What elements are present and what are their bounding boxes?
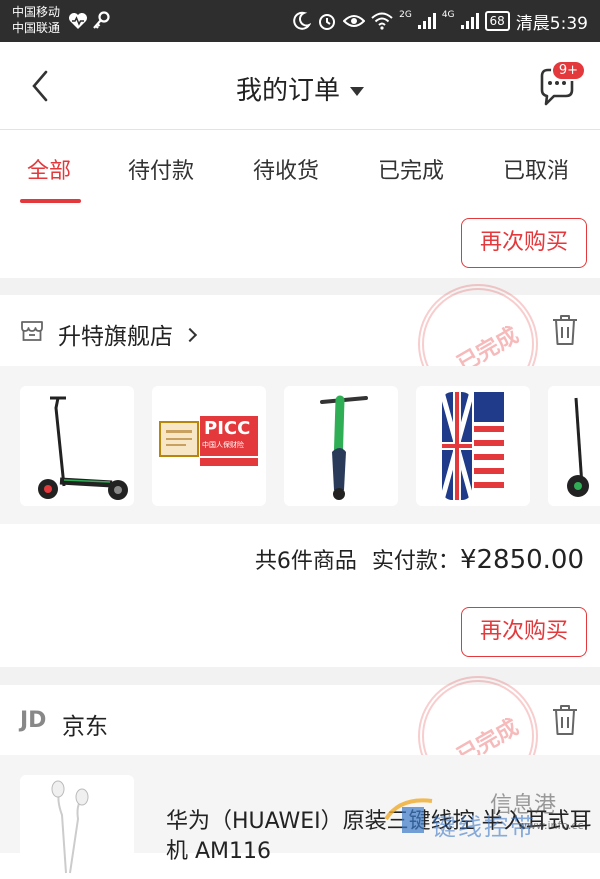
status-bar: 中国移动 中国联通 2G 4G 68 清晨5:39 bbox=[0, 0, 600, 42]
watermark-logo bbox=[380, 785, 440, 845]
tab-pending-payment[interactable]: 待付款 bbox=[128, 153, 194, 185]
tab-pending-receipt[interactable]: 待收货 bbox=[253, 153, 319, 185]
carrier-1: 中国移动 bbox=[12, 4, 60, 20]
jd-logo: JD bbox=[20, 708, 46, 733]
watermark-brand: 信息港 bbox=[490, 787, 556, 819]
product-thumb-scooter-green[interactable] bbox=[284, 386, 398, 506]
signal-icon-1 bbox=[418, 13, 436, 29]
heart-icon bbox=[68, 12, 88, 30]
active-tab-indicator bbox=[20, 199, 81, 203]
flag-deck-image bbox=[416, 386, 530, 506]
network-type-2: 4G bbox=[442, 10, 455, 20]
scooter-image-2 bbox=[548, 386, 600, 506]
tab-completed[interactable]: 已完成 bbox=[378, 153, 444, 185]
carrier-info: 中国移动 中国联通 bbox=[12, 4, 60, 36]
signal-icon-2 bbox=[461, 13, 479, 29]
watermark-url: www.info.cc bbox=[518, 819, 584, 832]
section-divider bbox=[0, 667, 600, 685]
order-total-line: 共6件商品 实付款：¥2850.00 bbox=[255, 543, 584, 575]
shop-name-link[interactable]: 升特旗舰店 bbox=[58, 317, 195, 351]
tab-all[interactable]: 全部 bbox=[27, 153, 71, 185]
trash-icon[interactable] bbox=[552, 314, 578, 346]
paid-amount: ¥2850.00 bbox=[460, 545, 584, 575]
earphones-image bbox=[20, 775, 134, 875]
order-shop-header: JD 京东 已完成 bbox=[0, 686, 600, 756]
product-thumbnails[interactable]: PICC 中国人保财险 bbox=[0, 366, 600, 524]
paid-label: 实付款： bbox=[372, 549, 460, 574]
page-title: 我的订单 bbox=[236, 76, 340, 106]
product-thumb-scooter-2[interactable] bbox=[548, 386, 600, 506]
product-thumb-scooter[interactable] bbox=[20, 386, 134, 506]
chevron-right-icon bbox=[183, 327, 197, 341]
message-badge: 9+ bbox=[551, 60, 586, 81]
rebuy-button[interactable]: 再次购买 bbox=[461, 607, 587, 657]
alarm-icon bbox=[317, 11, 337, 31]
page-title-dropdown[interactable]: 我的订单 bbox=[0, 70, 600, 107]
order-shop-header: 升特旗舰店 已完成 bbox=[0, 296, 600, 366]
scooter-image bbox=[20, 386, 134, 506]
carrier-2: 中国联通 bbox=[12, 20, 60, 36]
rebuy-button[interactable]: 再次购买 bbox=[461, 218, 587, 268]
shop-name[interactable]: 京东 bbox=[62, 707, 108, 741]
wifi-icon bbox=[371, 12, 393, 30]
shop-name: 升特旗舰店 bbox=[58, 324, 173, 350]
battery-indicator: 68 bbox=[485, 11, 510, 31]
dropdown-caret-icon bbox=[350, 87, 364, 96]
order-tabs: 全部 待付款 待收货 已完成 已取消 bbox=[0, 131, 600, 206]
network-type-1: 2G bbox=[399, 10, 412, 20]
status-right: 2G 4G 68 清晨5:39 bbox=[291, 0, 588, 42]
product-thumb-insurance[interactable]: PICC 中国人保财险 bbox=[152, 386, 266, 506]
item-count: 共6件商品 bbox=[255, 549, 357, 574]
eye-icon bbox=[343, 11, 365, 31]
store-icon bbox=[20, 320, 44, 342]
nav-bar: 我的订单 9+ bbox=[0, 42, 600, 130]
clock: 清晨5:39 bbox=[516, 9, 588, 34]
order-summary: 共6件商品 实付款：¥2850.00 再次购买 bbox=[0, 525, 600, 665]
picc-logo-text: PICC bbox=[204, 418, 250, 439]
key-icon bbox=[92, 11, 110, 31]
green-scooter-image bbox=[284, 386, 398, 506]
moon-icon bbox=[291, 11, 311, 31]
site-watermark: 键线控带 信息港 www.info.cc bbox=[380, 781, 594, 847]
trash-icon[interactable] bbox=[552, 704, 578, 736]
tab-cancelled[interactable]: 已取消 bbox=[503, 153, 569, 185]
picc-subtitle: 中国人保财险 bbox=[202, 440, 244, 450]
product-thumb-flag-deck[interactable] bbox=[416, 386, 530, 506]
product-thumb-earphones[interactable] bbox=[20, 775, 134, 875]
